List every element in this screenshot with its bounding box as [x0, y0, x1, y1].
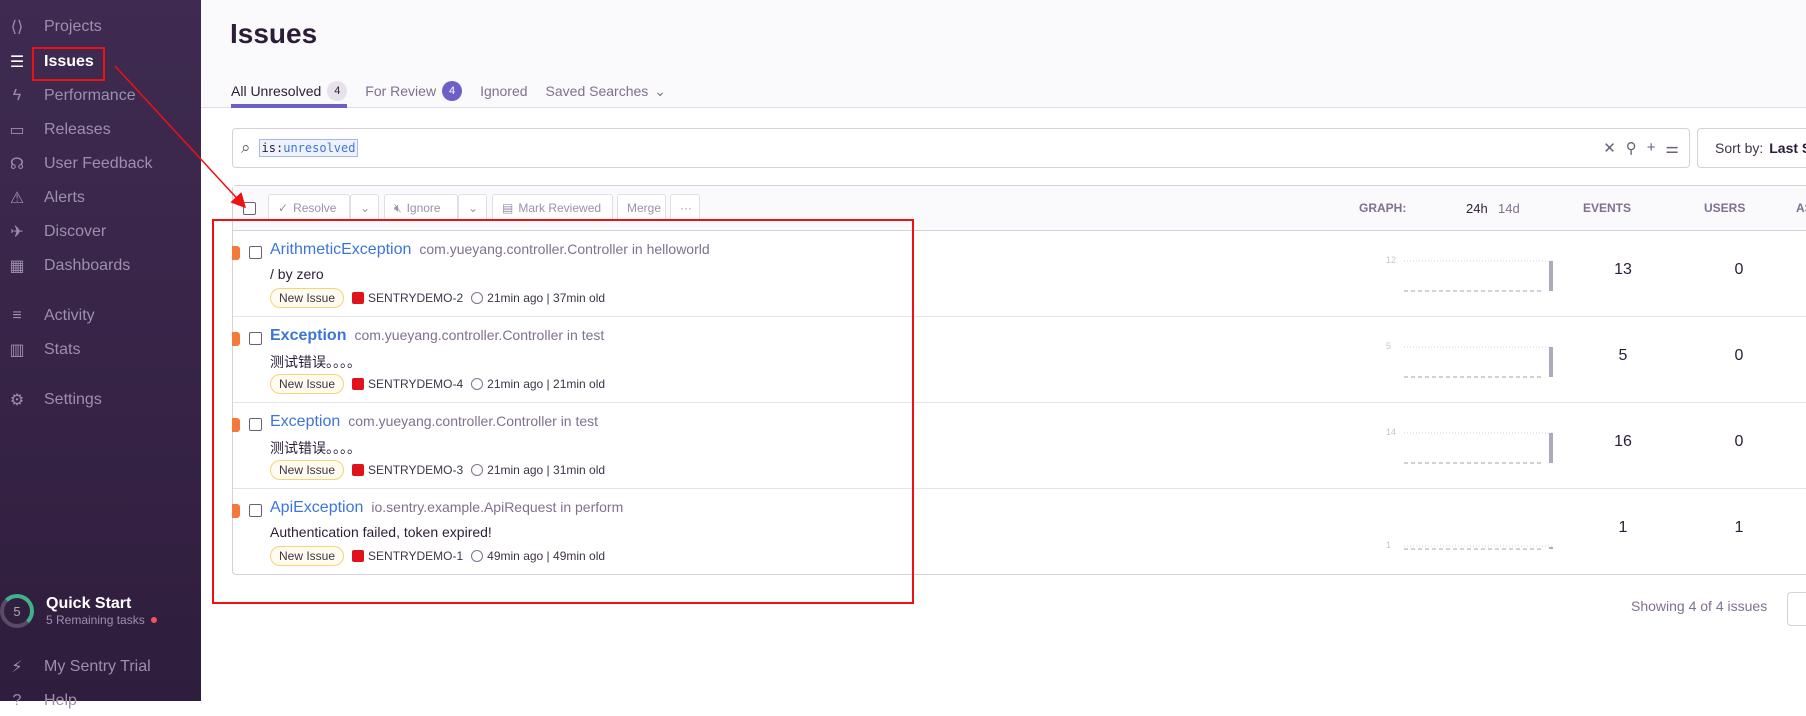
annotation-arrow: [114, 65, 247, 209]
